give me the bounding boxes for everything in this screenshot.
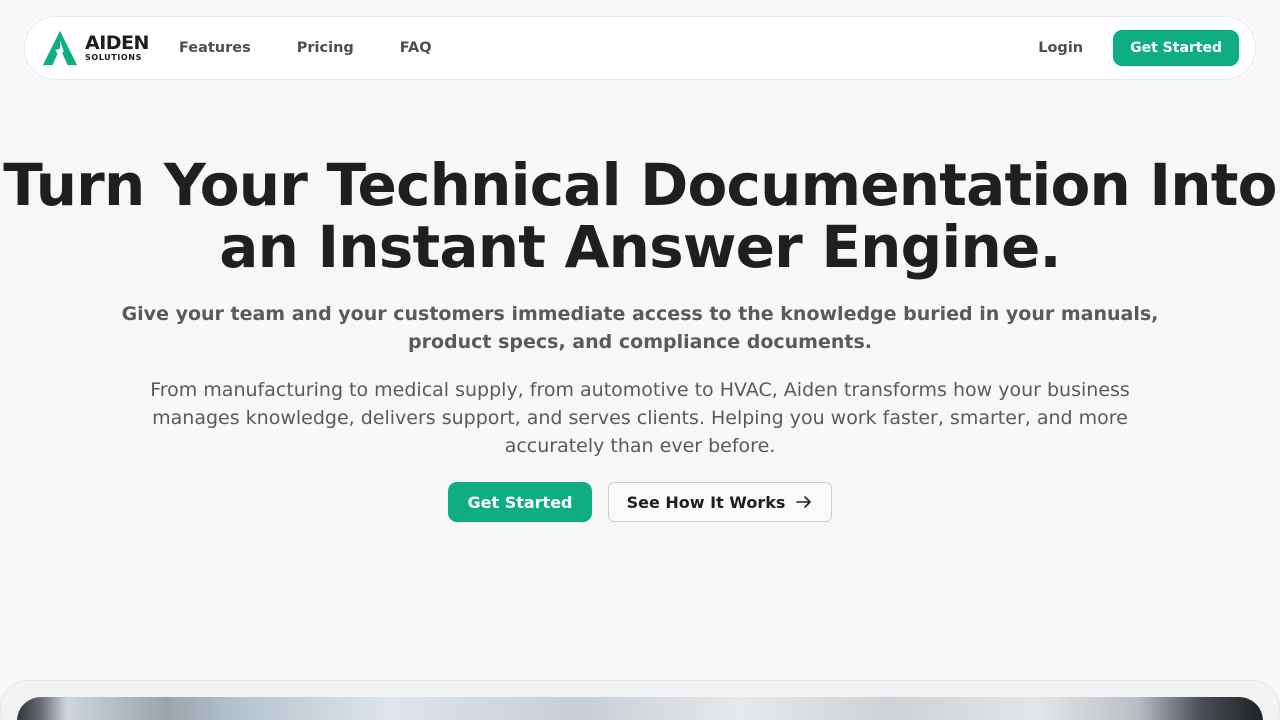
arrow-right-icon [796, 496, 812, 508]
landing-page: AIDEN SOLUTIONS Features Pricing FAQ Log… [0, 0, 1280, 720]
nav-links: Features Pricing FAQ [179, 40, 432, 56]
hero-section: Turn Your Technical Documentation Into a… [0, 154, 1280, 522]
brand-logo[interactable]: AIDEN SOLUTIONS [41, 29, 149, 67]
nav-actions: Login Get Started [1038, 30, 1239, 66]
login-link[interactable]: Login [1038, 40, 1083, 56]
brand-sub: SOLUTIONS [85, 53, 142, 62]
hero-title: Turn Your Technical Documentation Into a… [0, 154, 1280, 278]
aiden-logo-icon [42, 30, 78, 66]
hero-media-image [17, 697, 1263, 720]
hero-title-line-1: Turn Your Technical Documentation Into [3, 151, 1277, 219]
brand-wordmark: AIDEN SOLUTIONS [85, 34, 149, 62]
hero-title-line-2: an Instant Answer Engine. [219, 213, 1061, 281]
nav-link-pricing[interactable]: Pricing [297, 40, 354, 56]
nav-get-started-button[interactable]: Get Started [1113, 30, 1239, 66]
see-how-it-works-button[interactable]: See How It Works [608, 482, 832, 522]
brand-name: AIDEN [85, 32, 149, 54]
top-navbar: AIDEN SOLUTIONS Features Pricing FAQ Log… [24, 16, 1256, 80]
hero-get-started-button[interactable]: Get Started [448, 482, 592, 522]
hero-subtitle: Give your team and your customers immedi… [121, 303, 1159, 353]
nav-link-faq[interactable]: FAQ [400, 40, 432, 56]
hero-cta-row: Get Started See How It Works [0, 482, 1280, 522]
nav-link-features[interactable]: Features [179, 40, 251, 56]
hero-description: From manufacturing to medical supply, fr… [150, 379, 1130, 457]
see-how-it-works-label: See How It Works [626, 492, 786, 512]
